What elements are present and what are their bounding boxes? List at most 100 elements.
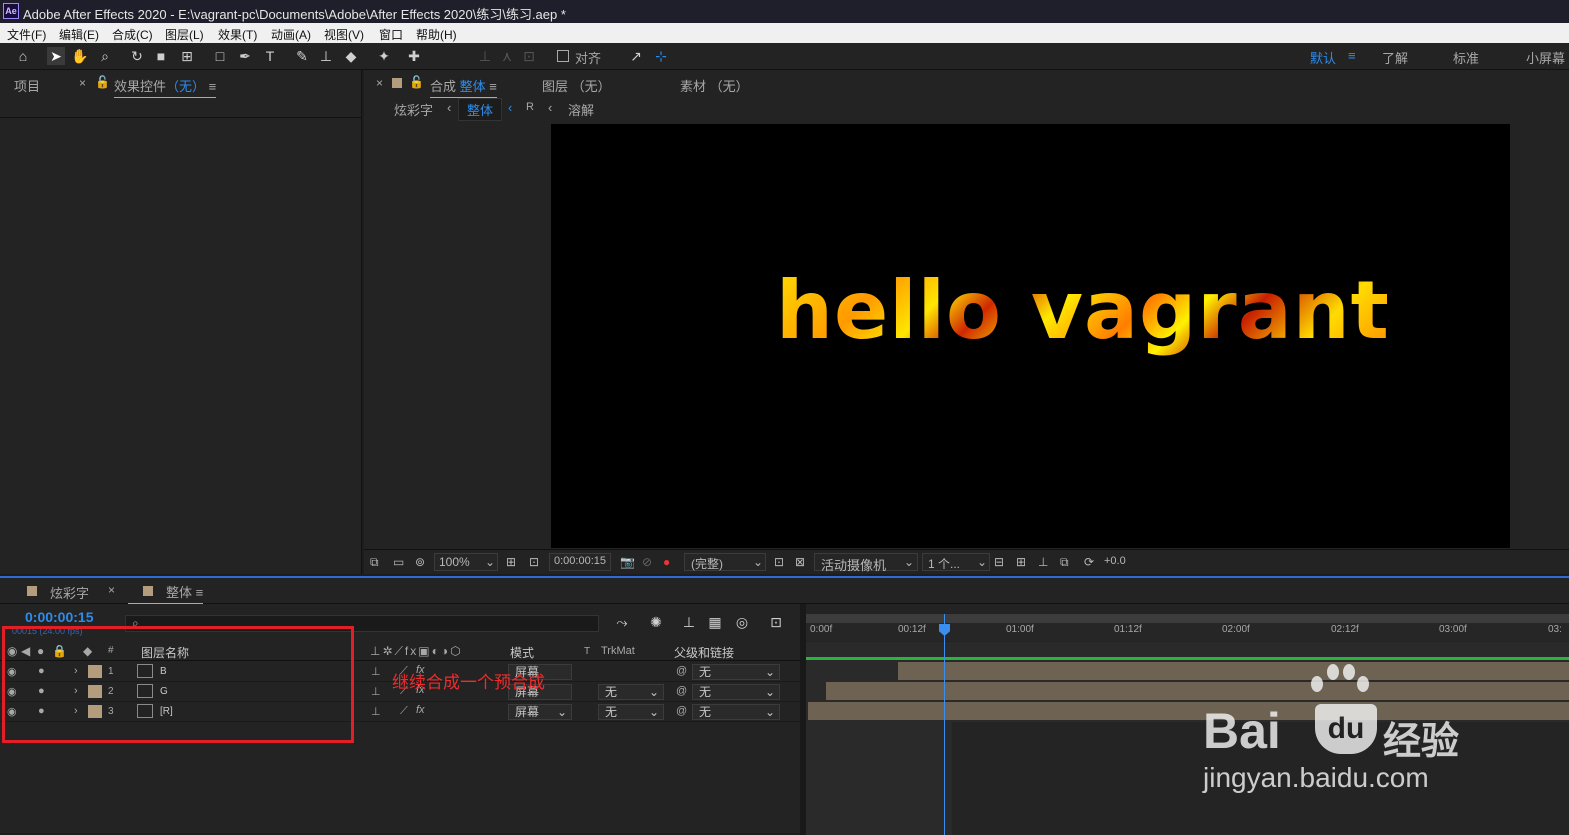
show-snapshot-icon[interactable]: ⊘ <box>642 555 652 569</box>
lock-icon[interactable]: 🔓 <box>409 75 424 89</box>
work-area-bar[interactable] <box>806 614 1569 623</box>
menu-bar: 文件(F) 编辑(E) 合成(C) 图层(L) 效果(T) 动画(A) 视图(V… <box>0 23 1569 43</box>
views-dropdown[interactable]: 1 个... ⌄ <box>922 553 990 571</box>
exposure-value[interactable]: +0.0 <box>1104 555 1126 567</box>
motion-blur-icon[interactable]: ◎ <box>733 613 751 631</box>
clone-stamp-tool-icon[interactable]: ⊥ <box>317 47 335 65</box>
rotate-tool-icon[interactable]: ↻ <box>128 47 146 65</box>
shy-layers-icon[interactable]: ⊥ <box>680 613 698 631</box>
zoom-tool-icon[interactable]: ⌕ <box>96 47 114 65</box>
selection-tool-icon[interactable]: ➤ <box>47 47 65 65</box>
type-tool-icon[interactable]: T <box>261 47 279 65</box>
roto-brush-tool-icon[interactable]: ✦ <box>375 47 393 65</box>
menu-animation[interactable]: 动画(A) <box>271 26 311 43</box>
menu-window[interactable]: 窗口 <box>379 26 403 43</box>
workspace-default[interactable]: 默认 <box>1310 48 1336 67</box>
title-action-safe-icon[interactable]: ⊞ <box>506 555 516 569</box>
zoom-dropdown[interactable]: 100% ⌄ <box>434 553 498 571</box>
pen-tool-icon[interactable]: ✒ <box>236 47 254 65</box>
reset-exposure-icon[interactable]: ⟳ <box>1084 555 1094 569</box>
menu-edit[interactable]: 编辑(E) <box>59 26 99 43</box>
timeline-tabs: 炫彩字 × 整体 ≡ <box>0 578 1569 604</box>
align-checkbox[interactable] <box>557 50 569 62</box>
trkmat-dropdown[interactable]: 无 ⌄ <box>598 684 664 700</box>
breadcrumb-item[interactable]: 炫彩字 <box>394 100 433 119</box>
shy-switch-icon[interactable]: ⊥ <box>371 705 381 718</box>
lock-icon[interactable]: 🔓 <box>95 75 110 89</box>
tab-layer[interactable]: 图层 （无） <box>542 76 611 95</box>
channel-rgb-icon[interactable]: ● <box>663 555 670 569</box>
parent-dropdown[interactable]: 无 ⌄ <box>692 664 780 680</box>
fast-previews-icon[interactable]: ⊞ <box>1016 555 1026 569</box>
pickwhip-spiral-icon[interactable]: @ <box>676 685 687 697</box>
puppet-pin-tool-icon[interactable]: ✚ <box>405 47 423 65</box>
region-of-interest-icon[interactable]: ⊡ <box>774 555 784 569</box>
menu-effect[interactable]: 效果(T) <box>218 26 257 43</box>
toggle-pixel-aspect-icon[interactable]: ⊟ <box>994 555 1004 569</box>
parent-dropdown[interactable]: 无 ⌄ <box>692 704 780 720</box>
snap-options-icon[interactable]: ⊹ <box>652 47 670 65</box>
rectangle-tool-icon[interactable]: □ <box>211 47 229 65</box>
time-ruler[interactable]: 0:00f 00:12f 01:00f 01:12f 02:00f 02:12f… <box>806 614 1569 641</box>
close-icon[interactable]: × <box>376 76 383 90</box>
transparency-grid-icon[interactable]: ⊠ <box>795 555 805 569</box>
breadcrumb-item[interactable]: R <box>526 101 534 113</box>
timeline-tab-active[interactable]: 整体 ≡ <box>128 582 204 604</box>
chevron-down-icon: ⌄ <box>648 705 659 719</box>
mode-dropdown[interactable]: 屏幕 ⌄ <box>508 704 572 720</box>
pickwhip-spiral-icon[interactable]: @ <box>676 665 687 677</box>
hand-tool-icon[interactable]: ✋ <box>71 47 89 65</box>
frame-blending-icon[interactable]: ▦ <box>706 613 724 631</box>
always-preview-icon[interactable]: ⧉ <box>370 555 379 570</box>
breadcrumb-item-active[interactable]: 整体 <box>458 98 503 121</box>
workspace-learn[interactable]: 了解 <box>1382 48 1408 67</box>
menu-view[interactable]: 视图(V) <box>324 26 364 43</box>
trkmat-value: 无 <box>605 705 618 719</box>
camera-dropdown[interactable]: 活动摄像机 ⌄ <box>814 553 918 573</box>
monitor-icon[interactable]: ▭ <box>393 555 404 569</box>
menu-file[interactable]: 文件(F) <box>7 26 46 43</box>
brush-tool-icon[interactable]: ✎ <box>293 47 311 65</box>
breadcrumb-item[interactable]: 溶解 <box>568 100 594 119</box>
workspace-menu-icon[interactable]: ≡ <box>1348 48 1356 63</box>
composition-canvas[interactable]: hello vagrant <box>551 124 1510 548</box>
tab-project[interactable]: 项目 <box>14 76 40 95</box>
shy-switch-icon[interactable]: ⊥ <box>371 665 381 678</box>
tab-effect-controls[interactable]: 效果控件（无） ≡ <box>114 76 217 98</box>
comp-mini-flowchart-icon[interactable]: ⤳ <box>613 613 631 631</box>
pan-behind-tool-icon[interactable]: ⊞ <box>178 47 196 65</box>
menu-help[interactable]: 帮助(H) <box>416 26 457 43</box>
home-icon[interactable]: ⌂ <box>14 47 32 65</box>
timeline-icon[interactable]: ⊥ <box>1038 555 1048 569</box>
fx-switch-icon[interactable]: fx <box>416 704 425 716</box>
current-time-display[interactable]: 0:00:00:15 <box>25 609 94 625</box>
shy-switch-icon[interactable]: ⊥ <box>371 685 381 698</box>
snap-icon[interactable]: ↗ <box>627 47 645 65</box>
eraser-tool-icon[interactable]: ◆ <box>342 47 360 65</box>
parent-dropdown[interactable]: 无 ⌄ <box>692 684 780 700</box>
mask-visibility-icon[interactable]: ⊡ <box>529 555 539 569</box>
playhead[interactable] <box>939 614 950 835</box>
workspace-small-screen[interactable]: 小屏幕 <box>1526 48 1565 67</box>
workspace-standard[interactable]: 标准 <box>1453 48 1479 67</box>
menu-composition[interactable]: 合成(C) <box>112 26 153 43</box>
vr-icon[interactable]: ⊚ <box>415 555 425 569</box>
close-icon[interactable]: × <box>108 583 115 597</box>
close-icon[interactable]: × <box>79 76 86 90</box>
menu-layer[interactable]: 图层(L) <box>165 26 204 43</box>
comp-tab-prefix: 合成 <box>430 79 457 94</box>
resolution-dropdown[interactable]: (完整) ⌄ <box>684 553 766 571</box>
flowchart-icon[interactable]: ⧉ <box>1060 555 1069 570</box>
timecode-box[interactable]: 0:00:00:15 <box>549 553 611 571</box>
camera-tool-icon[interactable]: ■ <box>152 47 170 65</box>
quality-switch-icon[interactable]: ⟋ <box>400 705 408 718</box>
tab-composition[interactable]: 合成 整体 ≡ <box>430 76 497 98</box>
draft-3d-icon[interactable]: ✺ <box>647 613 665 631</box>
pickwhip-spiral-icon[interactable]: @ <box>676 705 687 717</box>
graph-editor-icon[interactable]: ⊡ <box>767 613 785 631</box>
timeline-tab[interactable]: 炫彩字 <box>50 583 89 602</box>
trkmat-dropdown[interactable]: 无 ⌄ <box>598 704 664 720</box>
snapshot-camera-icon[interactable]: 📷 <box>620 555 635 569</box>
left-panel-header: 项目 × 🔓 效果控件（无） ≡ <box>0 70 362 118</box>
tab-footage[interactable]: 素材 （无） <box>680 76 749 95</box>
